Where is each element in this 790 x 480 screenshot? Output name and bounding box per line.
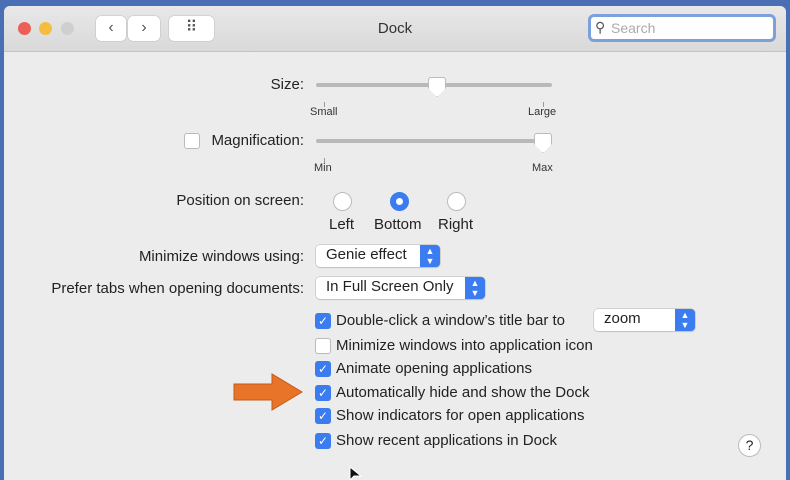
position-right-radio[interactable] — [447, 192, 466, 211]
prefer-tabs-label: Prefer tabs when opening documents: — [51, 280, 304, 297]
magnification-max-label: Max — [532, 162, 553, 174]
chevron-updown-icon: ▲ ▼ — [420, 245, 440, 267]
autohide-label: Automatically hide and show the Dock — [336, 384, 590, 401]
recent-apps-label: Show recent applications in Dock — [336, 432, 557, 449]
position-bottom-radio[interactable] — [390, 192, 409, 211]
recent-apps-checkbox[interactable]: ✓ — [315, 433, 331, 449]
dock-preferences-window: ‹ › ⠿ Dock ⚲ Search Size: Small Large Mag… — [4, 6, 786, 480]
search-icon: ⚲ — [595, 19, 606, 35]
magnification-checkbox[interactable] — [184, 133, 200, 149]
chevron-updown-icon: ▲ ▼ — [675, 309, 695, 331]
size-max-label: Large — [528, 106, 557, 118]
prefer-tabs-value: In Full Screen Only — [326, 278, 454, 295]
search-input[interactable]: ⚲ Search — [588, 14, 776, 42]
minimize-effect-value: Genie effect — [326, 246, 407, 263]
position-label: Position on screen: — [176, 192, 304, 209]
title-bar: ‹ › ⠿ Dock ⚲ Search — [4, 6, 786, 52]
double-click-action-value: zoom — [604, 310, 641, 327]
position-left-radio[interactable] — [333, 192, 352, 211]
minimize-into-icon-checkbox[interactable] — [315, 338, 331, 354]
position-right-label: Right — [438, 216, 474, 233]
help-button[interactable]: ? — [738, 434, 761, 457]
position-left-label: Left — [329, 216, 355, 233]
size-min-label: Small — [310, 106, 338, 118]
animate-checkbox[interactable]: ✓ — [315, 361, 331, 377]
arrow-annotation-icon — [233, 373, 303, 411]
size-label: Size: — [270, 76, 304, 93]
animate-label: Animate opening applications — [336, 360, 532, 377]
position-bottom-label: Bottom — [374, 216, 422, 233]
magnification-slider-thumb[interactable] — [534, 133, 552, 153]
double-click-action-popup[interactable]: zoom ▲ ▼ — [594, 309, 695, 331]
minimize-effect-popup[interactable]: Genie effect ▲ ▼ — [316, 245, 440, 267]
mouse-cursor-icon — [349, 466, 363, 480]
chevron-updown-icon: ▲ ▼ — [465, 277, 485, 299]
size-slider-thumb[interactable] — [428, 77, 446, 97]
magnification-slider[interactable] — [316, 139, 552, 143]
autohide-checkbox[interactable]: ✓ — [315, 385, 331, 401]
magnification-min-label: Min — [314, 162, 332, 174]
minimize-into-icon-label: Minimize windows into application icon — [336, 337, 593, 354]
double-click-label: Double-click a window’s title bar to — [336, 312, 565, 329]
minimize-effect-label: Minimize windows using: — [138, 248, 304, 265]
indicators-label: Show indicators for open applications — [336, 407, 585, 424]
double-click-checkbox[interactable]: ✓ — [315, 313, 331, 329]
magnification-label: Magnification: — [211, 132, 304, 149]
indicators-checkbox[interactable]: ✓ — [315, 408, 331, 424]
prefer-tabs-popup[interactable]: In Full Screen Only ▲ ▼ — [316, 277, 485, 299]
search-placeholder: Search — [611, 20, 656, 36]
